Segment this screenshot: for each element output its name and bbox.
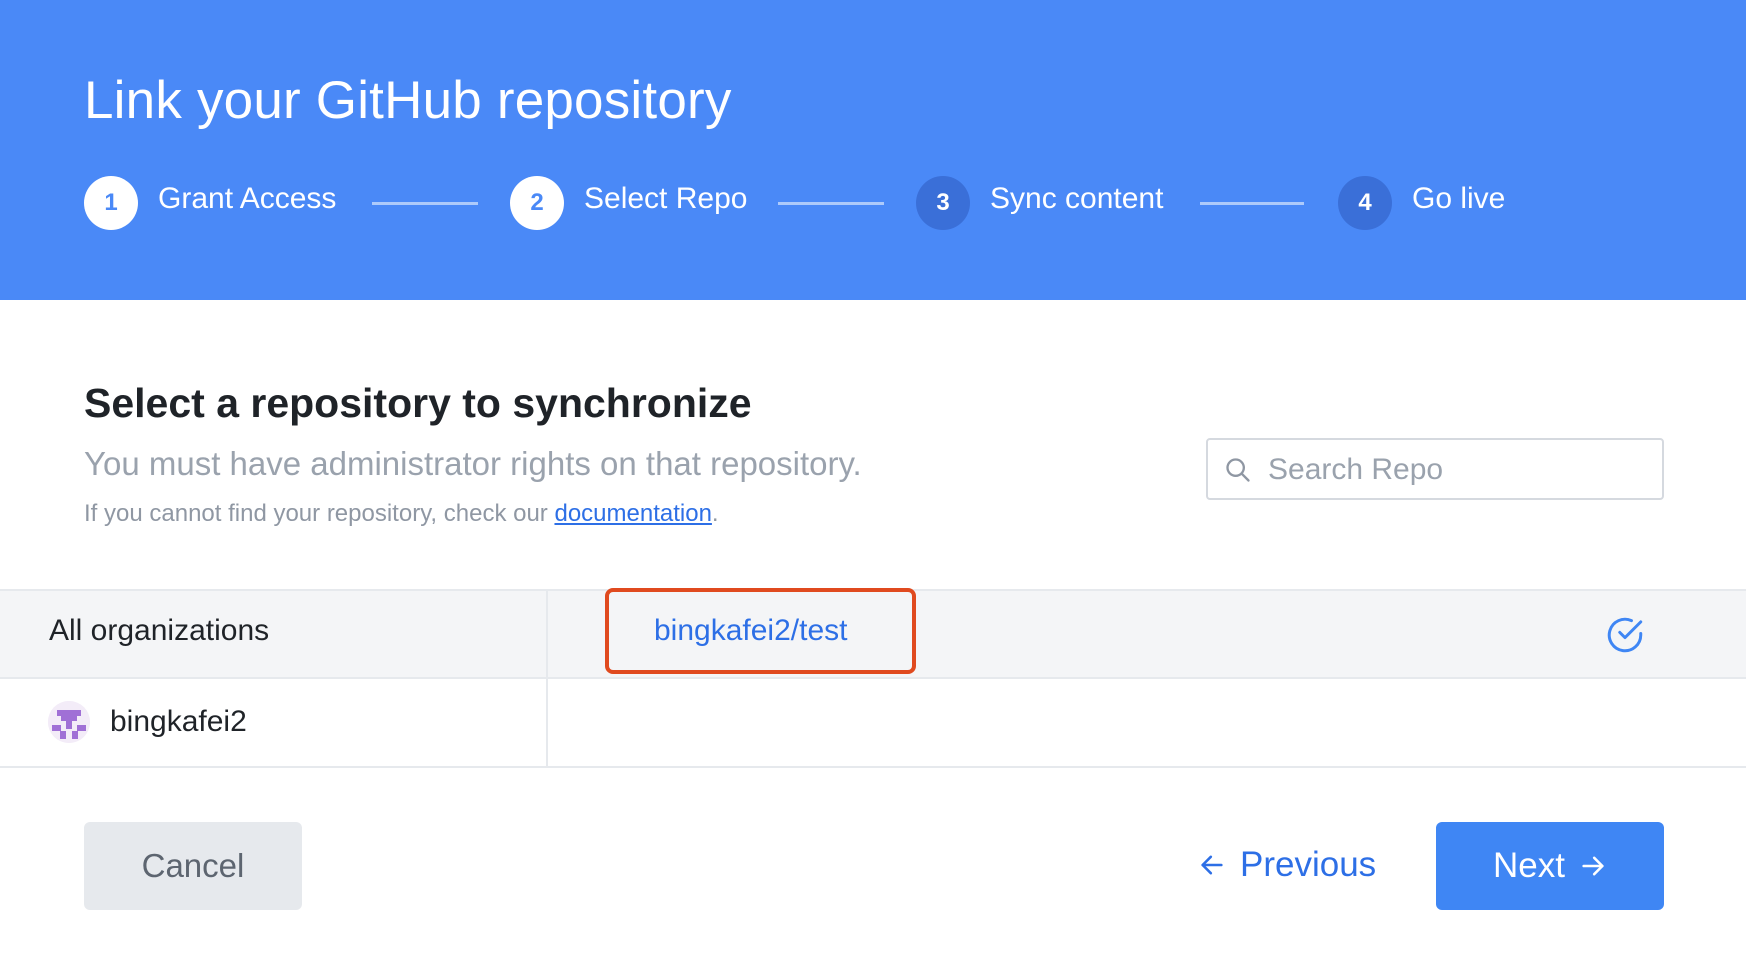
step-connector bbox=[1200, 202, 1304, 205]
search-box[interactable] bbox=[1206, 438, 1664, 500]
search-input[interactable] bbox=[1268, 450, 1648, 490]
step-connector bbox=[372, 202, 478, 205]
arrow-right-icon bbox=[1582, 856, 1604, 876]
help-text-prefix: If you cannot find your repository, chec… bbox=[84, 500, 555, 527]
step-number: 3 bbox=[916, 176, 970, 230]
help-text: If you cannot find your repository, chec… bbox=[84, 500, 719, 528]
previous-label: Previous bbox=[1240, 845, 1377, 884]
step-label: Select Repo bbox=[584, 182, 748, 215]
section-title: Select a repository to synchronize bbox=[84, 380, 752, 426]
next-label: Next bbox=[1493, 846, 1565, 885]
step-sync-content: 3 Sync content bbox=[916, 174, 1163, 232]
help-text-suffix: . bbox=[711, 500, 719, 527]
step-connector bbox=[778, 202, 884, 205]
org-item-all[interactable]: All organizations bbox=[49, 614, 269, 648]
repo-highlight-frame bbox=[605, 588, 916, 674]
header: Link your GitHub repository 1 Grant Acce… bbox=[0, 0, 1746, 300]
arrow-left-icon bbox=[1201, 855, 1223, 875]
step-label: Sync content bbox=[990, 182, 1164, 215]
step-label: Go live bbox=[1412, 182, 1506, 215]
previous-button[interactable]: Previous bbox=[1198, 832, 1376, 898]
step-grant-access: 1 Grant Access bbox=[84, 174, 336, 232]
next-button[interactable]: Next bbox=[1436, 822, 1664, 910]
divider bbox=[0, 677, 1746, 679]
org-item-bingkafei2[interactable]: bingkafei2 bbox=[48, 700, 247, 744]
step-label: Grant Access bbox=[158, 182, 337, 215]
column-divider bbox=[546, 591, 548, 768]
check-circle-icon bbox=[1607, 617, 1643, 653]
page-title: Link your GitHub repository bbox=[84, 71, 732, 130]
divider bbox=[0, 766, 1746, 768]
documentation-link[interactable]: documentation bbox=[554, 500, 711, 527]
section-subtitle: You must have administrator rights on th… bbox=[84, 445, 862, 482]
identicon-icon bbox=[48, 701, 90, 743]
step-go-live: 4 Go live bbox=[1338, 174, 1505, 232]
step-select-repo: 2 Select Repo bbox=[510, 174, 747, 232]
step-number: 4 bbox=[1338, 176, 1392, 230]
org-item-label: bingkafei2 bbox=[110, 705, 247, 738]
avatar bbox=[48, 701, 90, 743]
step-number: 1 bbox=[84, 176, 138, 230]
cancel-button[interactable]: Cancel bbox=[84, 822, 302, 910]
step-number: 2 bbox=[510, 176, 564, 230]
search-icon bbox=[1226, 458, 1250, 482]
